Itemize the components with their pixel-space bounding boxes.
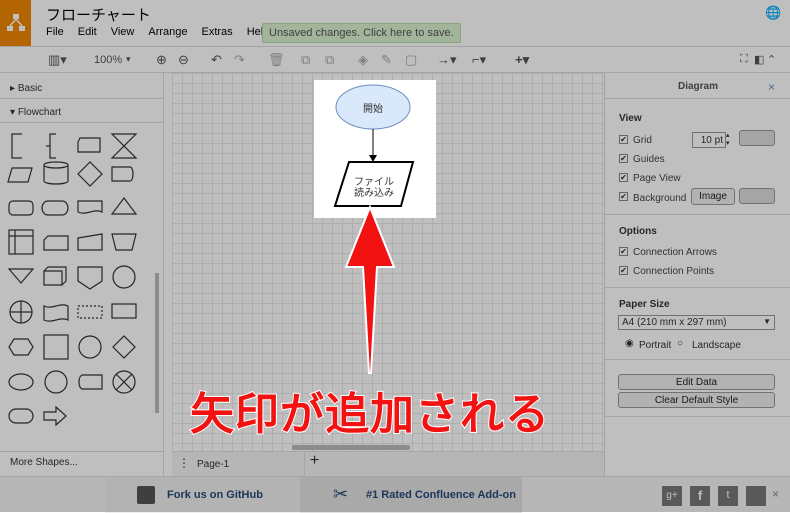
arrowhead-icon — [369, 155, 377, 162]
diagram-page[interactable]: 開始 ファイル 読み込み — [314, 80, 436, 218]
start-label: 開始 — [363, 104, 383, 115]
annotation-caption: 矢印が追加される — [189, 389, 550, 440]
io-label-line2: 読み込み — [354, 188, 394, 199]
big-red-arrow-icon — [344, 205, 396, 374]
